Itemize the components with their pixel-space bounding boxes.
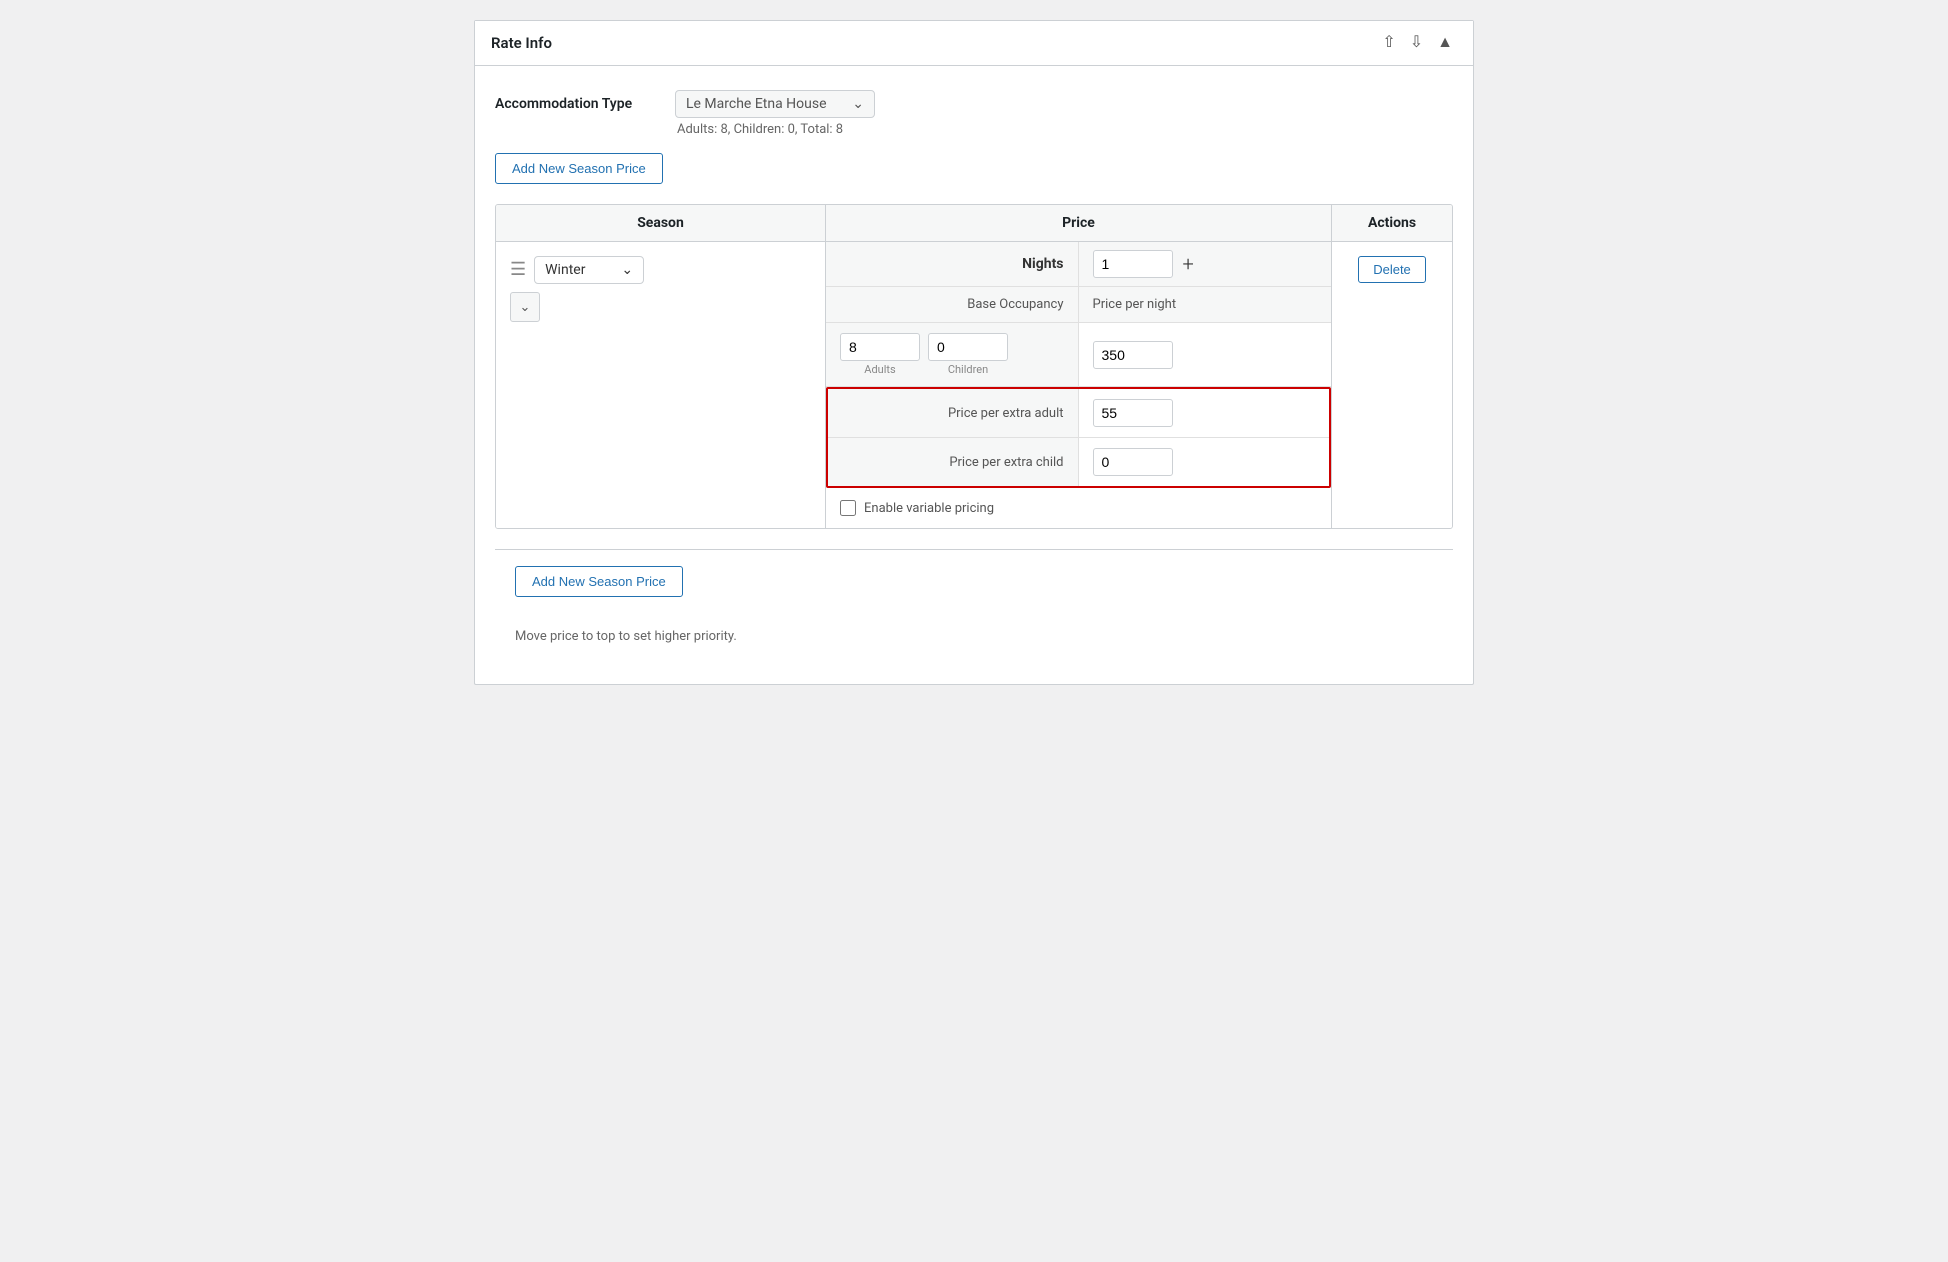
extra-adult-input[interactable] (1093, 399, 1173, 427)
base-occupancy-label: Base Occupancy (826, 287, 1079, 322)
delete-button[interactable]: Delete (1358, 256, 1426, 283)
collapse-button[interactable]: ▲ (1433, 33, 1457, 53)
price-inner: Nights + Base Occupancy Price per night (826, 242, 1331, 528)
base-values-row: Adults Children (826, 323, 1331, 387)
accommodation-type-value: Le Marche Etna House ⌄ Adults: 8, Childr… (675, 90, 875, 137)
season-expand-button[interactable]: ⌄ (510, 292, 540, 322)
accommodation-type-row: Accommodation Type Le Marche Etna House … (495, 90, 1453, 137)
adults-label: Adults (864, 363, 895, 376)
panel-header: Rate Info ⇧ ⇩ ▲ (475, 21, 1473, 66)
variable-pricing-label: Enable variable pricing (864, 501, 994, 516)
extra-adult-label: Price per extra adult (828, 389, 1079, 437)
nights-input-cell: + (1079, 242, 1332, 286)
extra-child-row: Price per extra child (828, 438, 1329, 486)
rate-info-panel: Rate Info ⇧ ⇩ ▲ Accommodation Type Le Ma… (474, 20, 1474, 685)
children-input-group: Children (928, 333, 1008, 376)
extra-prices-section: Price per extra adult Price per extra ch… (826, 387, 1331, 488)
nights-label: Nights (826, 242, 1079, 286)
price-per-night-input[interactable] (1093, 341, 1173, 369)
scroll-up-button[interactable]: ⇧ (1378, 33, 1399, 53)
accommodation-select-text: Le Marche Etna House (686, 96, 827, 112)
adults-input-group: Adults (840, 333, 920, 376)
season-select-chevron: ⌄ (621, 262, 633, 278)
nights-row: Nights + (826, 242, 1331, 287)
accommodation-select[interactable]: Le Marche Etna House ⌄ (675, 90, 875, 118)
accommodation-select-chevron: ⌄ (852, 96, 864, 112)
season-col-header: Season (496, 205, 826, 241)
actions-col-header: Actions (1332, 205, 1452, 241)
table-header: Season Price Actions (496, 205, 1452, 242)
panel-header-controls: ⇧ ⇩ ▲ (1378, 33, 1457, 53)
variable-pricing-row: Enable variable pricing (826, 488, 1331, 528)
actions-column: Delete (1332, 242, 1452, 528)
season-table: Season Price Actions ☰ Winter ⌄ (495, 204, 1453, 529)
nights-input[interactable] (1093, 250, 1173, 278)
price-column: Nights + Base Occupancy Price per night (826, 242, 1332, 528)
scroll-down-button[interactable]: ⇩ (1406, 33, 1427, 53)
accommodation-type-label: Accommodation Type (495, 90, 675, 112)
season-select-text: Winter (545, 262, 585, 278)
extra-child-label: Price per extra child (828, 438, 1079, 486)
chevron-down-icon: ⌄ (520, 299, 531, 315)
panel-title: Rate Info (491, 34, 552, 52)
table-row: ☰ Winter ⌄ ⌄ (496, 242, 1452, 528)
drag-handle-icon[interactable]: ☰ (510, 261, 526, 279)
add-column-button[interactable]: + (1183, 252, 1194, 276)
base-inputs-cell: Adults Children (826, 323, 1079, 386)
accommodation-sub-text: Adults: 8, Children: 0, Total: 8 (675, 122, 875, 137)
bottom-section: Add New Season Price Move price to top t… (495, 549, 1453, 660)
variable-pricing-checkbox[interactable] (840, 500, 856, 516)
panel-body: Accommodation Type Le Marche Etna House … (475, 66, 1473, 684)
children-label: Children (948, 363, 988, 376)
price-per-night-label: Price per night (1079, 287, 1332, 322)
children-input[interactable] (928, 333, 1008, 361)
extra-adult-input-cell (1079, 389, 1330, 437)
season-column: ☰ Winter ⌄ ⌄ (496, 242, 826, 528)
move-hint: Move price to top to set higher priority… (515, 629, 1433, 644)
adults-input[interactable] (840, 333, 920, 361)
extra-child-input[interactable] (1093, 448, 1173, 476)
price-per-night-input-cell (1079, 323, 1332, 386)
occupancy-header-row: Base Occupancy Price per night (826, 287, 1331, 323)
extra-adult-row: Price per extra adult (828, 389, 1329, 438)
extra-child-input-cell (1079, 438, 1330, 486)
price-col-header: Price (826, 205, 1332, 241)
add-season-btn-bottom[interactable]: Add New Season Price (515, 566, 683, 597)
add-season-btn-top[interactable]: Add New Season Price (495, 153, 663, 184)
season-select[interactable]: Winter ⌄ (534, 256, 644, 284)
